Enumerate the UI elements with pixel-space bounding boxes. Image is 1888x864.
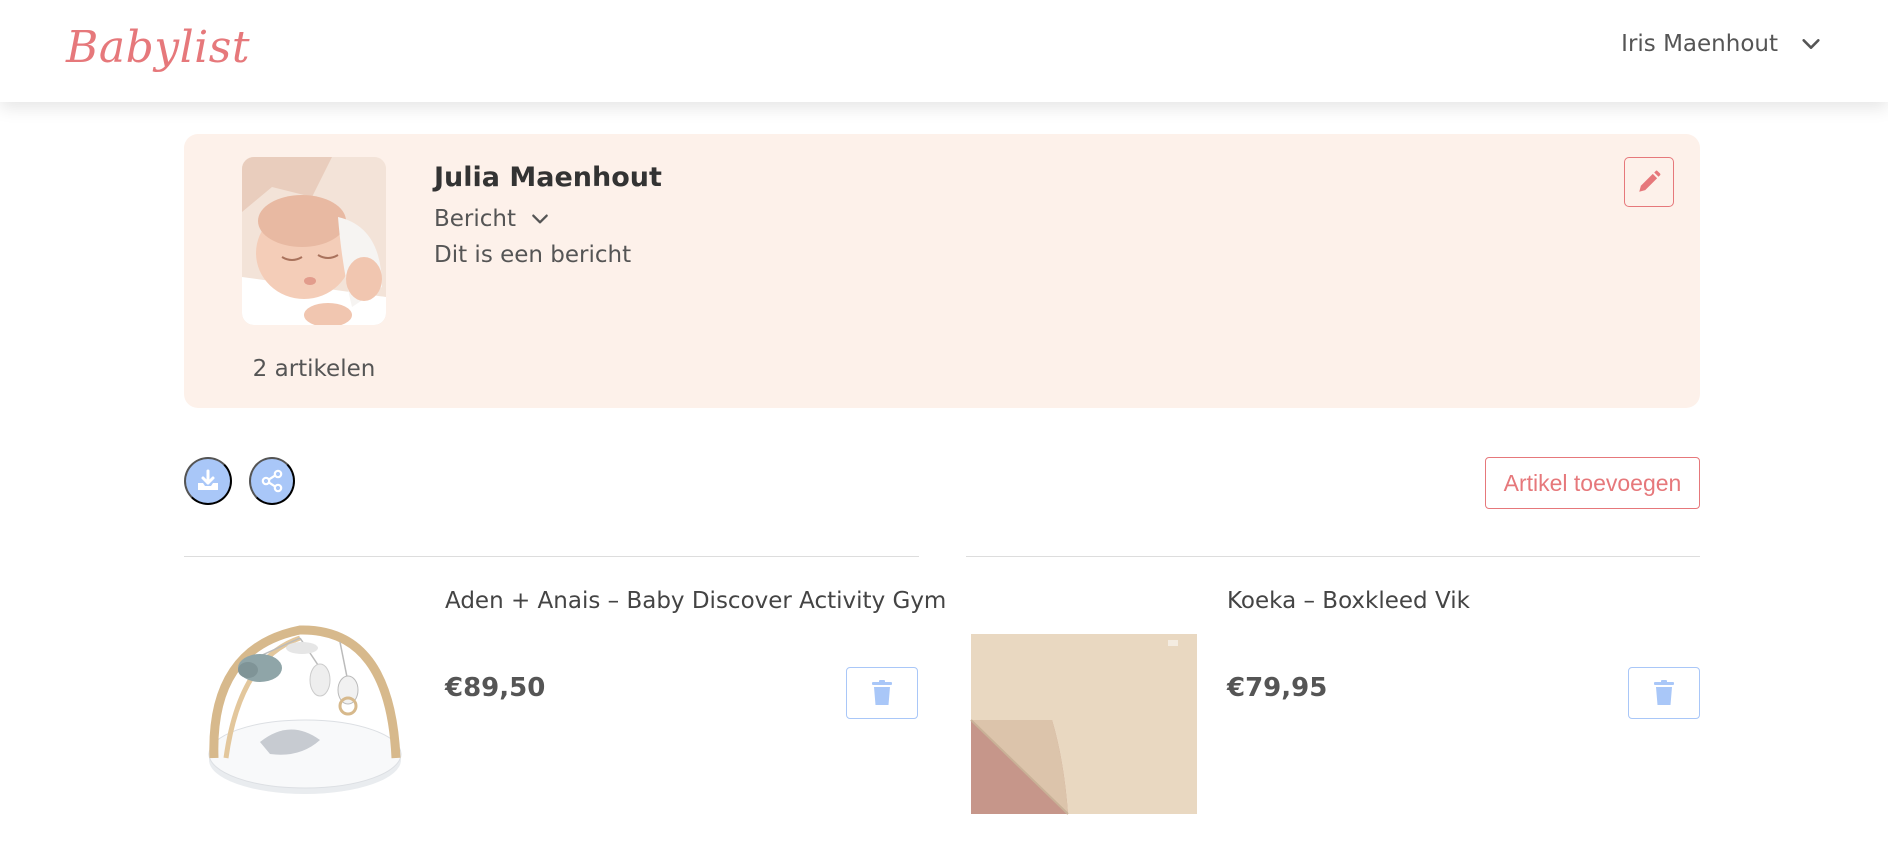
article-count: 2 artikelen — [252, 356, 376, 382]
item-title[interactable]: Koeka – Boxkleed Vik — [1227, 588, 1470, 614]
babylist-logo[interactable]: Babylist — [66, 22, 250, 73]
delete-item-button[interactable] — [846, 667, 918, 719]
item-price: €79,95 — [1227, 673, 1328, 703]
baby-avatar — [242, 157, 386, 325]
trash-icon — [872, 680, 892, 705]
trash-icon — [1654, 680, 1674, 705]
chevron-down-icon[interactable] — [530, 209, 550, 229]
user-menu[interactable]: Iris Maenhout — [1621, 26, 1822, 62]
message-toggle[interactable]: Bericht — [434, 206, 550, 232]
add-article-button[interactable]: Artikel toevoegen — [1485, 457, 1700, 509]
item-divider — [184, 556, 919, 557]
message-label[interactable]: Bericht — [434, 206, 516, 232]
download-icon — [198, 469, 218, 490]
share-icon — [261, 469, 283, 493]
user-name[interactable]: Iris Maenhout — [1621, 31, 1778, 57]
share-button[interactable] — [249, 457, 295, 505]
chevron-down-icon[interactable] — [1800, 33, 1822, 55]
activity-gym-image[interactable] — [200, 608, 410, 798]
item-price: €89,50 — [445, 673, 546, 703]
top-navbar: Babylist Iris Maenhout — [0, 0, 1888, 102]
edit-profile-button[interactable] — [1624, 157, 1674, 207]
registry-profile-card: 2 artikelen Julia Maenhout Bericht Dit i… — [184, 134, 1700, 408]
item-divider — [966, 556, 1700, 557]
registry-owner-name: Julia Maenhout — [434, 162, 662, 193]
download-button[interactable] — [184, 457, 232, 505]
item-title[interactable]: Aden + Anais – Baby Discover Activity Gy… — [445, 588, 946, 614]
pencil-icon — [1639, 170, 1661, 192]
message-text: Dit is een bericht — [434, 242, 632, 268]
boxkleed-image[interactable] — [968, 630, 1200, 816]
delete-item-button[interactable] — [1628, 667, 1700, 719]
